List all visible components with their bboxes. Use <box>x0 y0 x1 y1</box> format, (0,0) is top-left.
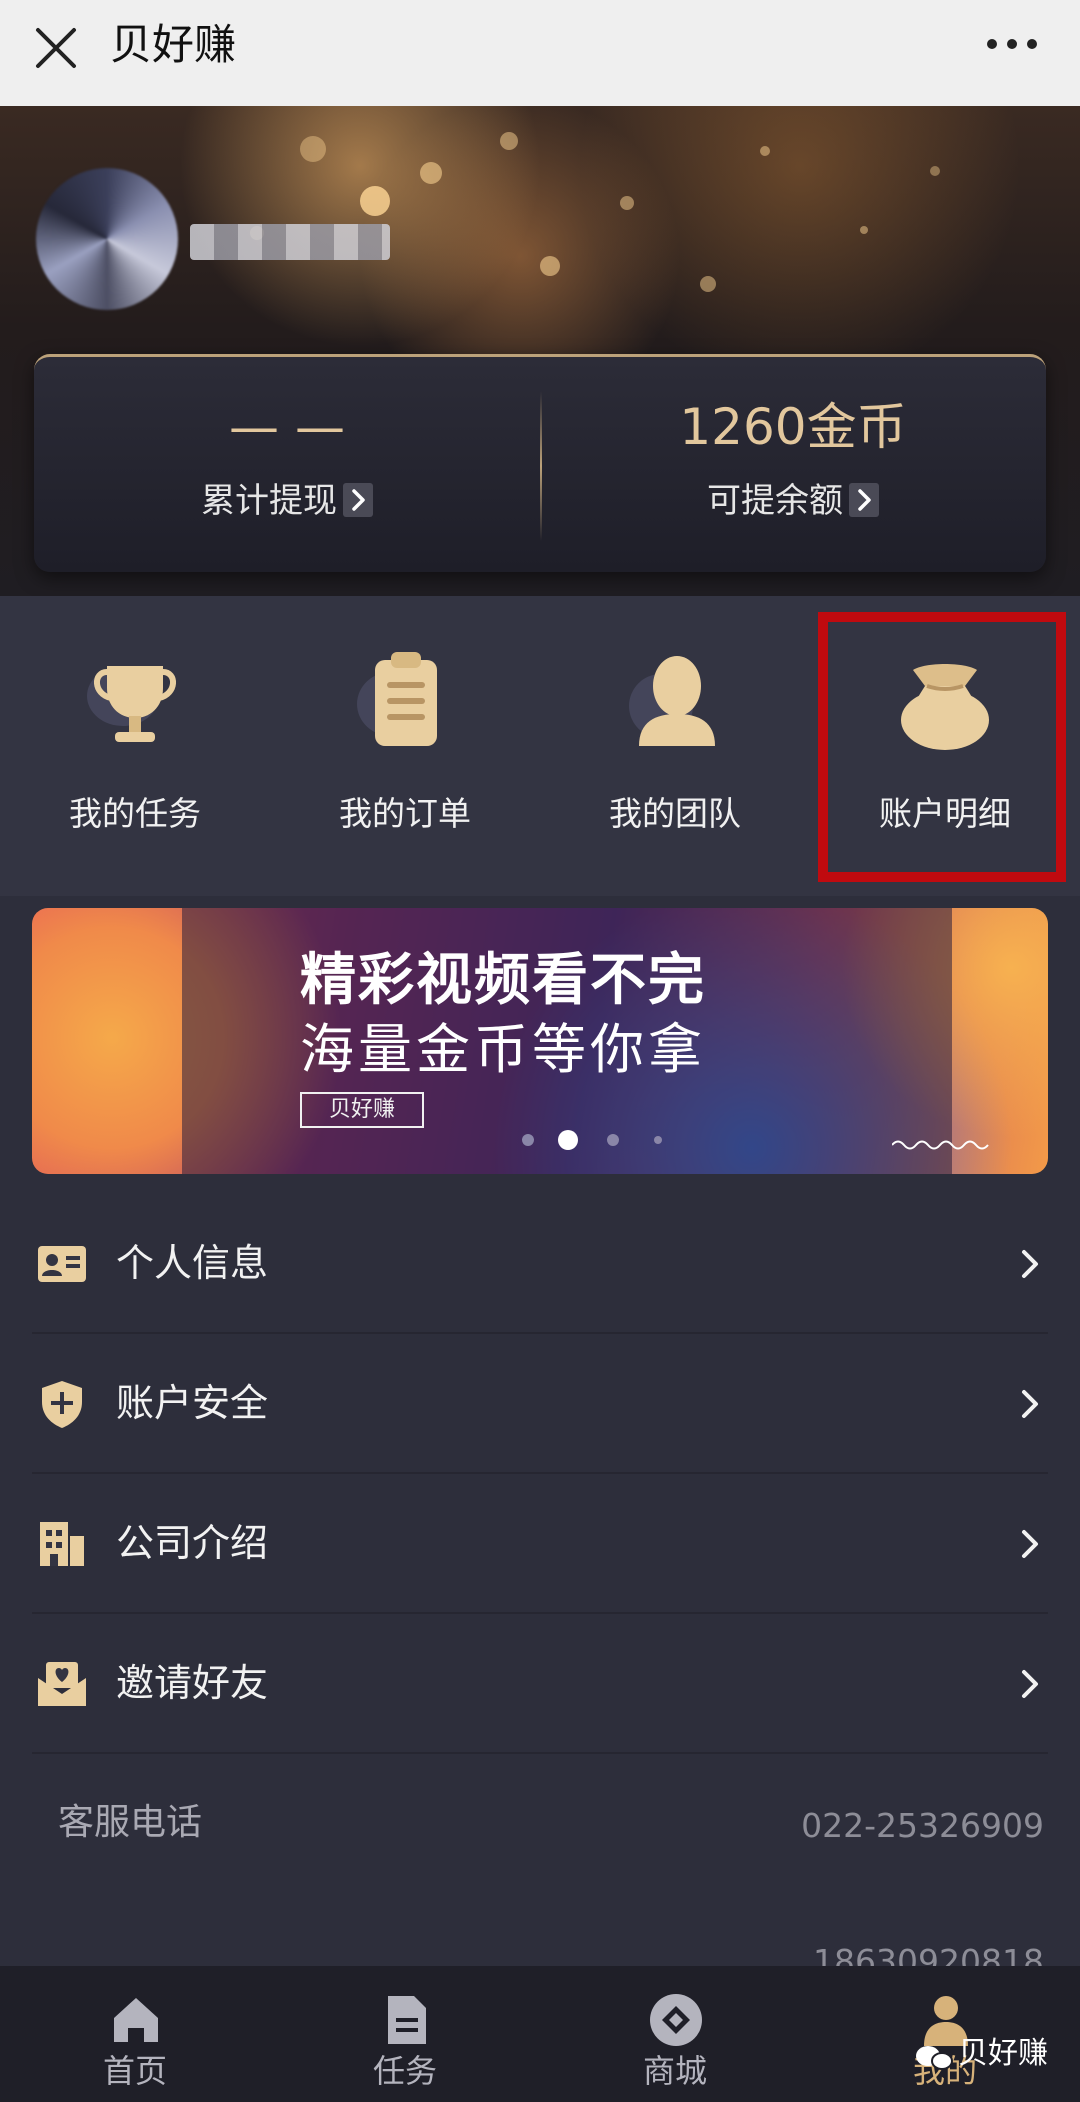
earnings-card: — — 累计提现 1260金币 可提余额 <box>34 354 1046 572</box>
quick-action-my-orders[interactable]: 我的订单 <box>270 596 540 896</box>
banner-tag: 贝好赚 <box>300 1092 424 1128</box>
envelope-heart-icon <box>38 1662 86 1706</box>
shield-icon <box>42 1381 82 1428</box>
watermark: 贝好赚 <box>958 2036 1048 2071</box>
customer-service-phone[interactable]: 022-25326909 <box>801 1804 1044 1848</box>
chevron-right-icon <box>849 482 879 517</box>
menu-item-company-intro[interactable]: 公司介绍 <box>0 1474 1080 1614</box>
trophy-icon <box>87 666 176 742</box>
close-icon[interactable] <box>34 26 78 70</box>
banner-subtitle: 海量金币等你拿 <box>300 1018 706 1081</box>
available-balance-value: 1260金币 <box>679 398 907 456</box>
title-bar: 贝好赚 <box>0 0 1080 106</box>
building-icon <box>40 1522 84 1566</box>
wechat-icon <box>916 2046 953 2070</box>
tab-label: 首页 <box>102 2052 167 2090</box>
total-withdrawn-stat[interactable]: — — 累计提现 <box>34 357 540 575</box>
quick-action-label: 我的订单 <box>339 794 471 833</box>
document-icon <box>388 1996 426 2044</box>
customer-service-label: 客服电话 <box>58 1802 203 1843</box>
quick-action-label: 我的任务 <box>69 794 201 833</box>
chevron-right-icon <box>1022 1530 1038 1558</box>
id-card-icon <box>38 1246 86 1282</box>
highlight-box <box>818 612 1066 882</box>
total-withdrawn-label: 累计提现 <box>201 481 337 521</box>
tab-label: 任务 <box>372 2052 437 2090</box>
menu-item-label: 邀请好友 <box>116 1661 269 1705</box>
clipboard-icon <box>357 652 437 746</box>
menu-item-label: 账户安全 <box>116 1381 269 1425</box>
profile-header: — — 累计提现 1260金币 可提余额 <box>0 106 1080 596</box>
menu-item-personal-info[interactable]: 个人信息 <box>0 1194 1080 1334</box>
tab-label: 商城 <box>642 2052 707 2090</box>
home-icon <box>114 1998 158 2042</box>
more-options-icon[interactable] <box>982 22 1042 66</box>
menu-item-invite-friends[interactable]: 邀请好友 <box>0 1614 1080 1754</box>
chevron-right-icon <box>343 482 373 517</box>
customer-service-row[interactable]: 客服电话 022-25326909 <box>0 1770 1080 1890</box>
quick-action-my-team[interactable]: 我的团队 <box>540 596 810 896</box>
total-withdrawn-value: — — <box>229 398 345 456</box>
carousel-dots[interactable] <box>518 1130 668 1150</box>
quick-action-my-tasks[interactable]: 我的任务 <box>0 596 270 896</box>
banner-title: 精彩视频看不完 <box>300 948 706 1013</box>
person-icon <box>629 656 715 746</box>
available-balance-label: 可提余额 <box>707 481 843 521</box>
username-blurred <box>190 224 390 260</box>
shop-icon <box>650 1994 702 2046</box>
promo-banner[interactable]: 精彩视频看不完 海量金币等你拿 贝好赚 <box>32 908 1048 1174</box>
bottom-tab-bar: 首页 任务 商城 我的 <box>0 1966 1080 2102</box>
page-title: 贝好赚 <box>110 20 237 69</box>
wave-decoration <box>892 1140 989 1150</box>
tab-tasks[interactable]: 任务 <box>270 1966 540 2102</box>
menu-item-label: 公司介绍 <box>116 1521 269 1565</box>
menu-item-label: 个人信息 <box>116 1241 269 1285</box>
chevron-right-icon <box>1022 1670 1038 1698</box>
chevron-right-icon <box>1022 1390 1038 1418</box>
tab-shop[interactable]: 商城 <box>540 1966 810 2102</box>
tab-home[interactable]: 首页 <box>0 1966 270 2102</box>
menu-item-account-security[interactable]: 账户安全 <box>0 1334 1080 1474</box>
quick-action-label: 我的团队 <box>609 794 741 833</box>
avatar[interactable] <box>36 168 178 310</box>
chevron-right-icon <box>1022 1250 1038 1278</box>
available-balance-stat[interactable]: 1260金币 可提余额 <box>540 357 1046 575</box>
divider <box>32 1752 1048 1754</box>
